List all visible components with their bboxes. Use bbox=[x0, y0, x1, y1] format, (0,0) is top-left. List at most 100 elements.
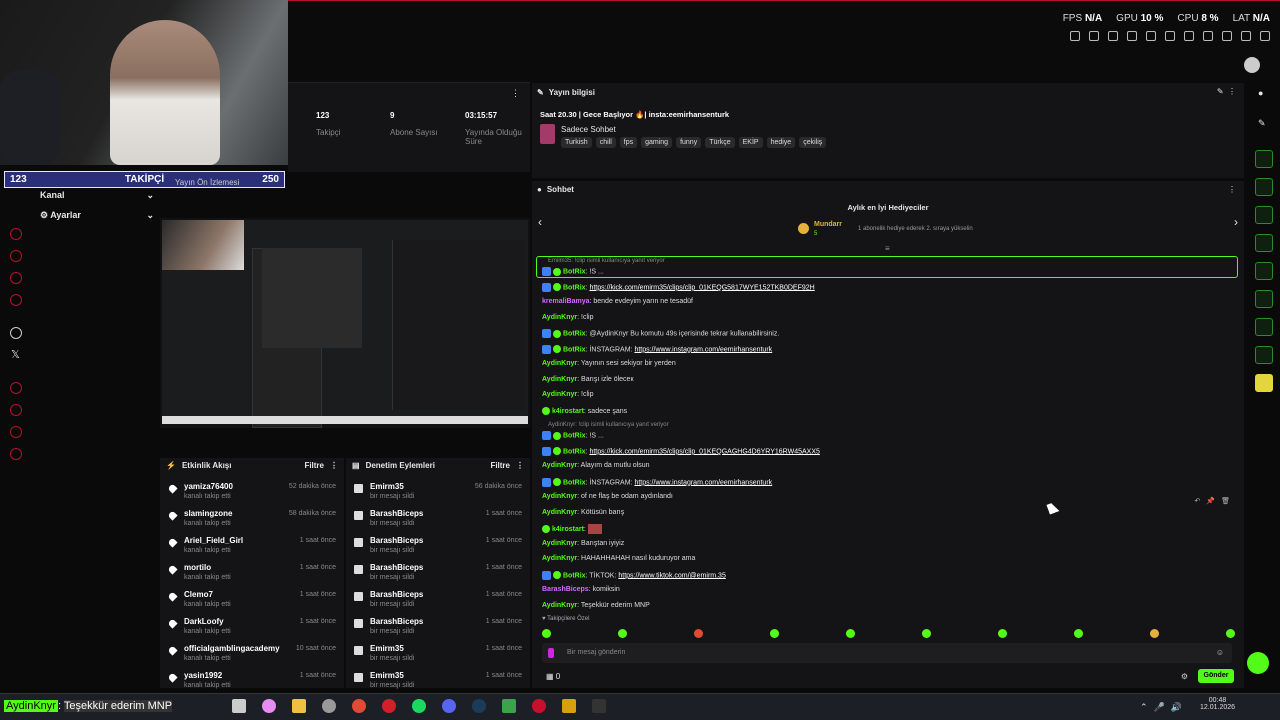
stream-category[interactable]: Sadece Sohbet bbox=[561, 125, 616, 134]
nav-ayarlar[interactable]: ⚙ Ayarlar ⌄ bbox=[40, 210, 154, 221]
info-icon[interactable]: ● bbox=[1258, 88, 1263, 98]
settings-icon[interactable]: ⚙ bbox=[1181, 672, 1188, 681]
pencil-icon[interactable]: ✎ bbox=[1258, 118, 1266, 129]
emote-icon[interactable] bbox=[998, 629, 1007, 638]
sidebar-icon[interactable] bbox=[10, 382, 22, 394]
reply-icon[interactable]: ↶ bbox=[1195, 497, 1201, 505]
emote-icon[interactable] bbox=[542, 629, 551, 638]
chat-message[interactable]: BotRix: İNSTAGRAM: https://www.instagram… bbox=[542, 477, 772, 487]
signal-icon[interactable] bbox=[1255, 262, 1273, 280]
chat-message[interactable]: BotRix: TİKTOK: https://www.tiktok.com/@… bbox=[542, 570, 726, 580]
tag[interactable]: funny bbox=[676, 137, 702, 148]
chat-message[interactable]: AydinKnyr: Barıştan iyiyiz bbox=[542, 540, 624, 547]
chat-message[interactable]: BotRix: !S ... bbox=[542, 431, 604, 440]
chat-message[interactable]: AydinKnyr: !clip bbox=[542, 314, 593, 321]
list-item[interactable]: yasin1992 kanalı takip etti 1 saat önce bbox=[160, 669, 344, 696]
chat-message[interactable]: BotRix: !S ... bbox=[542, 267, 604, 276]
chat-username[interactable]: BarashBiceps bbox=[542, 586, 589, 593]
ai-icon[interactable] bbox=[1241, 31, 1251, 41]
play-icon[interactable] bbox=[1146, 31, 1156, 41]
chat-username[interactable]: BotRix bbox=[563, 284, 586, 291]
stream-preview[interactable] bbox=[160, 218, 530, 428]
emote-icon[interactable] bbox=[846, 629, 855, 638]
emote-icon[interactable] bbox=[1074, 629, 1083, 638]
chat-username[interactable]: BotRix bbox=[563, 432, 586, 439]
tag[interactable]: chill bbox=[595, 137, 616, 148]
sidebar-icon[interactable] bbox=[10, 448, 22, 460]
list-item[interactable]: BarashBiceps bir mesajı sildi 1 saat önce bbox=[346, 534, 530, 561]
folder-icon[interactable] bbox=[292, 699, 306, 713]
share-icon[interactable] bbox=[1255, 374, 1273, 392]
emote-icon[interactable] bbox=[1226, 629, 1235, 638]
chat-message[interactable]: AydinKnyr: Yayının sesi sekiyor bir yerd… bbox=[542, 360, 676, 367]
chat-username[interactable]: BotRix bbox=[563, 330, 586, 337]
tag[interactable]: çekiliş bbox=[799, 137, 827, 148]
chat-message[interactable]: AydinKnyr: of ne flaş be odam aydınlandı bbox=[542, 493, 673, 500]
chat-username[interactable]: AydinKnyr bbox=[542, 376, 577, 383]
menu-icon[interactable] bbox=[1260, 31, 1270, 41]
avatar[interactable] bbox=[1244, 57, 1260, 73]
sidebar-icon[interactable] bbox=[10, 250, 22, 262]
crop-icon[interactable] bbox=[1108, 31, 1118, 41]
chat-message[interactable]: AydinKnyr: Kötüsün barış bbox=[542, 509, 624, 516]
tag[interactable]: hediye bbox=[766, 137, 796, 148]
chat-username[interactable]: AydinKnyr bbox=[542, 462, 577, 469]
list-item[interactable]: Emirm35 bir mesajı sildi 56 dakika önce bbox=[346, 480, 530, 507]
block-icon[interactable] bbox=[1127, 31, 1137, 41]
chat-link[interactable]: https://kick.com/emirm35/clips/clip_01KE… bbox=[589, 448, 819, 455]
tag[interactable]: gaming bbox=[641, 137, 673, 148]
chat-icon[interactable] bbox=[1255, 234, 1273, 252]
chat-username[interactable]: k4irostart bbox=[552, 526, 584, 533]
steam-icon[interactable] bbox=[472, 699, 486, 713]
pencil-icon[interactable]: ✎ bbox=[1217, 87, 1224, 96]
discord-icon[interactable] bbox=[442, 699, 456, 713]
settings-icon[interactable] bbox=[322, 699, 336, 713]
list-item[interactable]: Emirm35 bir mesajı sildi 1 saat önce bbox=[346, 642, 530, 669]
sidebar-icon[interactable] bbox=[10, 272, 22, 284]
chat-username[interactable]: BotRix bbox=[563, 572, 586, 579]
chat-message[interactable]: AydinKnyr: Alayım da mutlu olsun bbox=[542, 462, 650, 469]
opera-icon[interactable] bbox=[382, 699, 396, 713]
list-item[interactable]: officialgamblingacademy kanalı takip etti… bbox=[160, 642, 344, 669]
storage-icon[interactable] bbox=[1255, 290, 1273, 308]
chat-username[interactable]: AydinKnyr bbox=[542, 540, 577, 547]
chat-username[interactable]: BotRix bbox=[563, 479, 586, 486]
link-icon[interactable] bbox=[1255, 318, 1273, 336]
tag[interactable]: Türkçe bbox=[705, 137, 735, 148]
chat-username[interactable]: k4irostart bbox=[552, 407, 584, 414]
list-item[interactable]: DarkLoofy kanalı takip etti 1 saat önce bbox=[160, 615, 344, 642]
chat-username[interactable]: BotRix bbox=[563, 448, 586, 455]
chevron-right-icon[interactable]: › bbox=[1234, 215, 1238, 229]
more-icon[interactable]: ⋮ bbox=[330, 461, 338, 470]
pin-icon[interactable]: 📌 bbox=[1206, 497, 1215, 505]
chat-message[interactable]: k4irostart: bbox=[542, 524, 602, 534]
list-item[interactable]: Ariel_Field_Girl kanalı takip etti 1 saat … bbox=[160, 534, 344, 561]
chat-username[interactable]: AydinKnyr bbox=[542, 602, 577, 609]
chat-message[interactable]: AydinKnyr: Barışı izle öleceк bbox=[542, 376, 634, 383]
task-view-icon[interactable] bbox=[232, 699, 246, 713]
app-icon[interactable] bbox=[532, 699, 546, 713]
chat-username[interactable]: AydinKnyr bbox=[542, 314, 577, 321]
chat-username[interactable]: AydinKnyr bbox=[542, 391, 577, 398]
x-icon[interactable]: 𝕏 bbox=[11, 348, 20, 361]
chat-username[interactable]: AydinKnyr bbox=[542, 509, 577, 516]
emote-icon[interactable] bbox=[618, 629, 627, 638]
more-icon[interactable]: ⋮ bbox=[511, 88, 520, 99]
sidebar-icon[interactable] bbox=[10, 294, 22, 306]
kick-logo-button[interactable] bbox=[1247, 652, 1269, 674]
chat-message[interactable]: BarashBiceps: komiksin bbox=[542, 586, 620, 593]
zoom-icon[interactable] bbox=[1070, 31, 1080, 41]
send-button[interactable]: Gönder bbox=[1198, 669, 1234, 683]
list-item[interactable]: BarashBiceps bir mesajı sildi 1 saat önce bbox=[346, 561, 530, 588]
chat-link[interactable]: https://www.instagram.com/eemirhansentur… bbox=[634, 479, 772, 486]
chat-username[interactable]: AydinKnyr bbox=[542, 555, 577, 562]
list-item[interactable]: BarashBiceps bir mesajı sildi 1 saat önce bbox=[346, 588, 530, 615]
plex-icon[interactable] bbox=[562, 699, 576, 713]
chevron-left-icon[interactable]: ‹ bbox=[538, 215, 542, 229]
mic-icon[interactable] bbox=[548, 648, 554, 658]
sidebar-icon[interactable] bbox=[10, 228, 22, 240]
sidebar-icon[interactable] bbox=[10, 404, 22, 416]
collapse-icon[interactable]: ≡ bbox=[885, 244, 890, 253]
chat-link[interactable]: https://kick.com/emirm35/clips/clip_01KE… bbox=[589, 284, 814, 291]
spotify-icon[interactable] bbox=[412, 699, 426, 713]
